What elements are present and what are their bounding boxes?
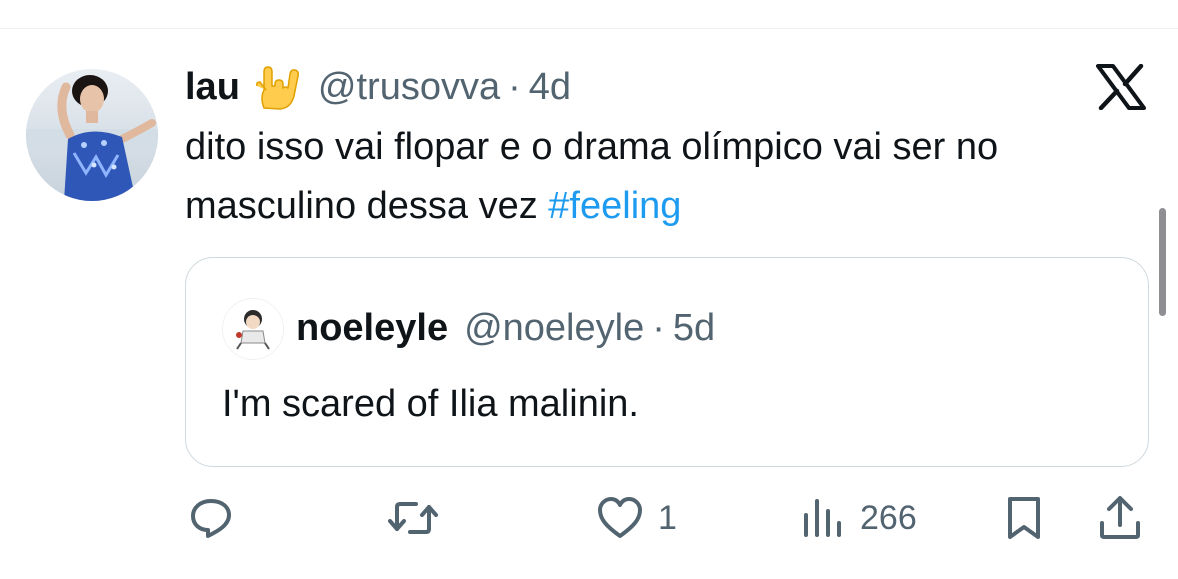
- share-icon: [1098, 495, 1142, 541]
- quoted-tweet-header: noeleyle @noeleyle · 5d: [296, 304, 715, 352]
- quoted-tweet-card[interactable]: noeleyle @noeleyle · 5d I'm scared of Il…: [185, 257, 1149, 467]
- quoted-author-display-name[interactable]: noeleyle: [296, 307, 448, 350]
- repost-button[interactable]: [388, 494, 452, 542]
- reply-button[interactable]: [188, 494, 248, 542]
- hashtag-link[interactable]: #feeling: [548, 185, 681, 227]
- avatar-image: [26, 69, 158, 201]
- quoted-tweet-text: I'm scared of Ilia malinin.: [222, 383, 639, 425]
- reply-icon: [188, 495, 234, 541]
- quoted-author-handle[interactable]: @noeleyle: [464, 307, 644, 350]
- tweet-timestamp[interactable]: 4d: [529, 66, 571, 109]
- bookmark-icon: [1004, 495, 1044, 541]
- share-button[interactable]: [1098, 494, 1142, 542]
- views-button[interactable]: 266: [802, 494, 917, 542]
- heart-icon: [596, 495, 644, 541]
- like-count: 1: [658, 498, 677, 537]
- quoted-avatar-image: [223, 299, 283, 359]
- repost-icon: [388, 495, 438, 541]
- top-divider: [0, 28, 1178, 29]
- separator-dot: ·: [652, 306, 665, 349]
- like-button[interactable]: 1: [596, 494, 677, 542]
- love-you-gesture-icon: [254, 64, 300, 110]
- x-logo-icon: [1096, 63, 1146, 111]
- author-display-name[interactable]: lau: [185, 66, 240, 109]
- author-avatar[interactable]: [26, 69, 158, 201]
- scrollbar[interactable]: [1159, 208, 1166, 316]
- bookmark-button[interactable]: [1004, 494, 1044, 542]
- quoted-tweet-timestamp[interactable]: 5d: [673, 307, 715, 350]
- quoted-author-avatar[interactable]: [222, 298, 284, 360]
- author-handle[interactable]: @trusovva: [318, 66, 500, 109]
- tweet-header: lau @trusovva · 4d: [185, 62, 571, 112]
- separator-dot: ·: [508, 65, 521, 108]
- tweet-text: dito isso vai flopar e o drama olímpico …: [185, 118, 1145, 236]
- views-count: 266: [860, 498, 917, 537]
- views-icon: [802, 495, 846, 541]
